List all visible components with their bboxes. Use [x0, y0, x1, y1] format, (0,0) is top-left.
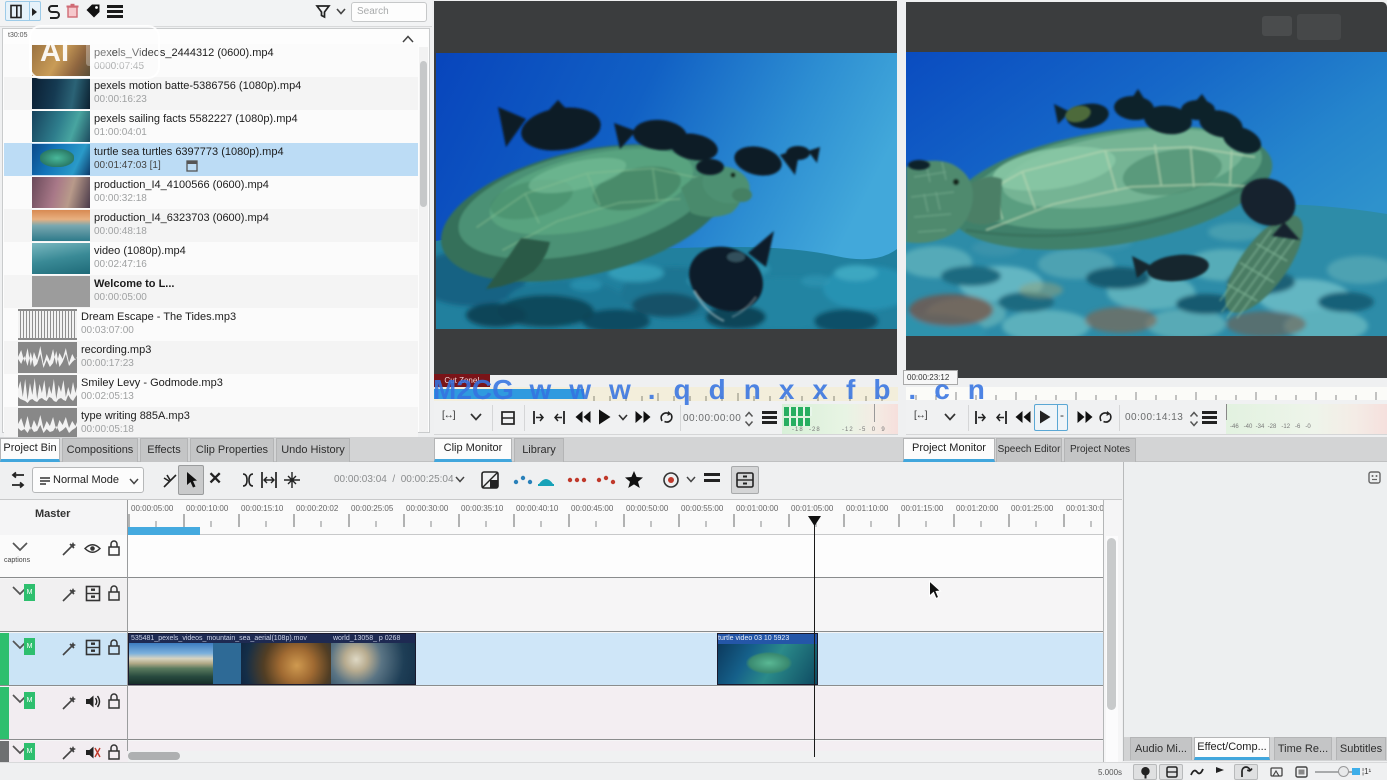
- svg-text:00:00:25:05: 00:00:25:05: [351, 504, 394, 513]
- svg-text:00:00:55:00: 00:00:55:00: [681, 504, 724, 513]
- svg-text:00:01:10:00: 00:01:10:00: [846, 504, 889, 513]
- svg-text:00:00:05:00: 00:00:05:00: [131, 504, 174, 513]
- svg-text:00:00:45:00: 00:00:45:00: [571, 504, 614, 513]
- svg-text:00:01:20:00: 00:01:20:00: [956, 504, 999, 513]
- svg-text:00:00:10:00: 00:00:10:00: [186, 504, 229, 513]
- svg-text:00:00:40:10: 00:00:40:10: [516, 504, 559, 513]
- svg-text:00:00:50:00: 00:00:50:00: [626, 504, 669, 513]
- svg-text:00:01:15:00: 00:01:15:00: [901, 504, 944, 513]
- svg-text:00:01:05:00: 00:01:05:00: [791, 504, 834, 513]
- svg-text:00:01:30:00: 00:01:30:00: [1066, 504, 1103, 513]
- svg-text:00:00:35:10: 00:00:35:10: [461, 504, 504, 513]
- svg-text:00:01:25:00: 00:01:25:00: [1011, 504, 1054, 513]
- svg-text:00:00:20:02: 00:00:20:02: [296, 504, 339, 513]
- svg-text:00:01:00:00: 00:01:00:00: [736, 504, 779, 513]
- svg-text:00:00:30:00: 00:00:30:00: [406, 504, 449, 513]
- svg-text:00:00:15:10: 00:00:15:10: [241, 504, 284, 513]
